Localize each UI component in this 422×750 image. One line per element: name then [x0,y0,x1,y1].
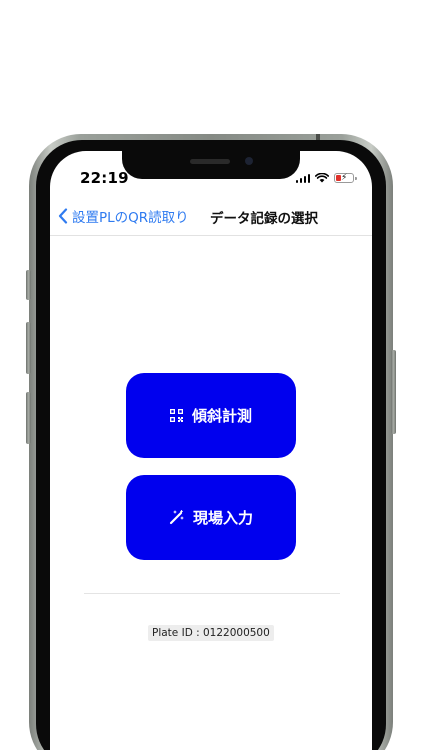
qr-code-icon [169,409,183,422]
back-button[interactable]: 設置PLのQR読取り [58,206,189,226]
notch [122,151,300,179]
page-title: データ記録の選択 [210,211,318,227]
status-icons: ⚡ [295,172,357,184]
tilt-measurement-label: 傾斜計測 [191,407,252,425]
cellular-signal-icon [295,173,310,183]
back-button-label: 設置PLのQR読取り [72,210,189,226]
tilt-measurement-button[interactable]: 傾斜計測 [126,373,296,458]
divider [84,593,340,594]
plate-id-label: Plate ID : 0122000500 [148,625,274,641]
volume-up-button [26,322,31,374]
app-store-screenshot: 22:19 ⚡ 設置PLのQR読取り データ記録の選択 傾斜計測 現場入力 Pl… [0,0,422,750]
navigation-bar: 設置PLのQR読取り データ記録の選択 [50,201,372,236]
power-button [391,350,396,434]
status-time: 22:19 [80,169,129,187]
field-input-label: 現場入力 [192,509,253,527]
chevron-left-icon [58,208,68,224]
volume-down-button [26,392,31,444]
earpiece-speaker [190,159,230,164]
front-camera [245,157,253,165]
wifi-icon [315,173,329,183]
field-input-button[interactable]: 現場入力 [126,475,296,560]
phone-screen: 22:19 ⚡ 設置PLのQR読取り データ記録の選択 傾斜計測 現場入力 Pl… [50,151,372,750]
magic-wand-icon [169,510,184,525]
battery-charging-icon: ⚡ [334,173,357,183]
silent-switch [26,270,31,300]
